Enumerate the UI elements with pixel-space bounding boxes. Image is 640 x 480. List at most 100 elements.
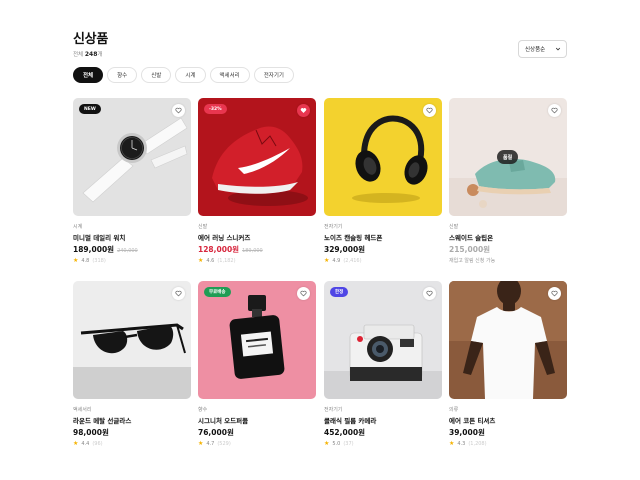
product-price: 329,000원 [324,244,365,255]
original-price: 240,000 [117,248,138,254]
sort-label: 신상품순 [525,47,546,53]
product-name[interactable]: 라운드 메탈 선글라스 [73,415,131,425]
heart-filled-icon [300,108,307,113]
badge-limited: 한정 [330,287,349,297]
product-image-watch[interactable]: NEW [73,98,191,216]
price-value: 128,000원 [198,245,240,254]
badge-discount: -32% [204,104,227,114]
product-name[interactable]: 클래식 필름 카메라 [324,415,376,425]
count-value: 248 [84,51,98,58]
heart-icon [175,290,182,297]
rating-value: 4.3 [457,440,466,447]
product-image-sunglasses[interactable] [73,281,191,399]
count-prefix: 전체 [73,52,84,58]
product-name[interactable]: 미니멀 데일리 워치 [73,232,125,242]
review-count: (37) [343,440,354,447]
wishlist-button[interactable] [172,287,185,300]
product-image-perfume[interactable]: 무료배송 [198,281,316,399]
star-icon: ★ [449,440,455,447]
heart-icon [426,107,433,114]
product-category: 신발 [449,224,459,230]
rating-value: 4.4 [81,440,90,447]
review-count: (1,182) [217,257,236,264]
category-chips: 전체 향수 신발 시계 액세서리 전자기기 [73,67,294,83]
chip-electronics[interactable]: 전자기기 [253,67,294,83]
product-rating: ★ 4.6 (1,182) [198,257,236,264]
chip-all[interactable]: 전체 [73,67,104,83]
heart-icon [300,290,307,297]
product-image-sneakers[interactable]: -32% [198,98,316,216]
product-price: 128,000원 189,000 [198,244,263,255]
product-rating: ★ 4.3 (1,208) [449,440,487,447]
original-price: 189,000 [242,248,263,254]
chip-watch[interactable]: 시계 [175,67,206,83]
star-icon: ★ [73,257,79,264]
product-rating: ★ 5.0 (37) [324,440,354,447]
review-count: (96) [92,440,103,447]
chip-accessory[interactable]: 액세서리 [209,67,250,83]
rating-value: 5.0 [332,440,341,447]
wishlist-button[interactable] [423,104,436,117]
wishlist-button[interactable] [297,104,310,117]
restock-note: 재입고 알림 신청 가능 [449,258,496,264]
price-value: 76,000원 [198,428,234,437]
product-price: 98,000원 [73,427,109,438]
sort-select[interactable]: 신상품순 [518,40,567,58]
product-name[interactable]: 노이즈 캔슬링 헤드폰 [324,232,382,242]
star-icon: ★ [324,257,330,264]
wishlist-button[interactable] [423,287,436,300]
star-icon: ★ [198,440,204,447]
heart-icon [175,107,182,114]
product-rating: ★ 4.7 (529) [198,440,231,447]
product-image-headphones[interactable] [324,98,442,216]
product-name[interactable]: 에어 러닝 스니커즈 [198,232,250,242]
chip-perfume[interactable]: 향수 [107,67,138,83]
chevron-down-icon [555,47,561,51]
heart-icon [551,107,558,114]
product-category: 의류 [449,407,459,413]
rating-value: 4.7 [206,440,215,447]
price-value: 189,000원 [73,245,115,254]
review-count: (318) [92,257,106,264]
chip-shoes[interactable]: 신발 [141,67,172,83]
product-image-camera[interactable]: 한정 [324,281,442,399]
review-count: (1,208) [468,440,487,447]
price-value: 98,000원 [73,428,109,437]
product-name[interactable]: 스웨이드 슬립온 [449,232,493,242]
product-rating: ★ 4.8 (318) [73,257,106,264]
star-icon: ★ [73,440,79,447]
product-name[interactable]: 에어 코튼 티셔츠 [449,415,495,425]
star-icon: ★ [324,440,330,447]
review-count: (2,416) [343,257,362,264]
price-value: 329,000원 [324,245,366,254]
wishlist-button[interactable] [297,287,310,300]
price-value: 452,000원 [324,428,366,437]
product-category: 액세서리 [73,407,92,413]
price-value: 215,000원 [449,245,491,254]
price-value: 39,000원 [449,428,485,437]
product-price: 452,000원 [324,427,365,438]
badge-new: NEW [79,104,101,114]
heart-icon [551,290,558,297]
product-price: 189,000원 240,000 [73,244,138,255]
product-price: 76,000원 [198,427,234,438]
rating-value: 4.6 [206,257,215,264]
wishlist-button[interactable] [548,287,561,300]
product-image-tshirt[interactable] [449,281,567,399]
wishlist-button[interactable] [548,104,561,117]
product-name[interactable]: 시그니처 오드퍼퓸 [198,415,248,425]
wishlist-button[interactable] [172,104,185,117]
rating-value: 4.8 [81,257,90,264]
product-price: 215,000원 [449,244,490,255]
product-category: 신발 [198,224,208,230]
product-count: 전체 248개 [73,50,102,58]
heart-icon [426,290,433,297]
count-suffix: 개 [97,52,103,58]
review-count: (529) [217,440,231,447]
star-icon: ★ [198,257,204,264]
product-category: 전자기기 [324,224,343,230]
product-category: 시계 [73,224,83,230]
soldout-badge: 품절 [497,150,519,164]
product-image-slipon[interactable]: 품절 [449,98,567,216]
badge-free-shipping: 무료배송 [204,287,231,297]
